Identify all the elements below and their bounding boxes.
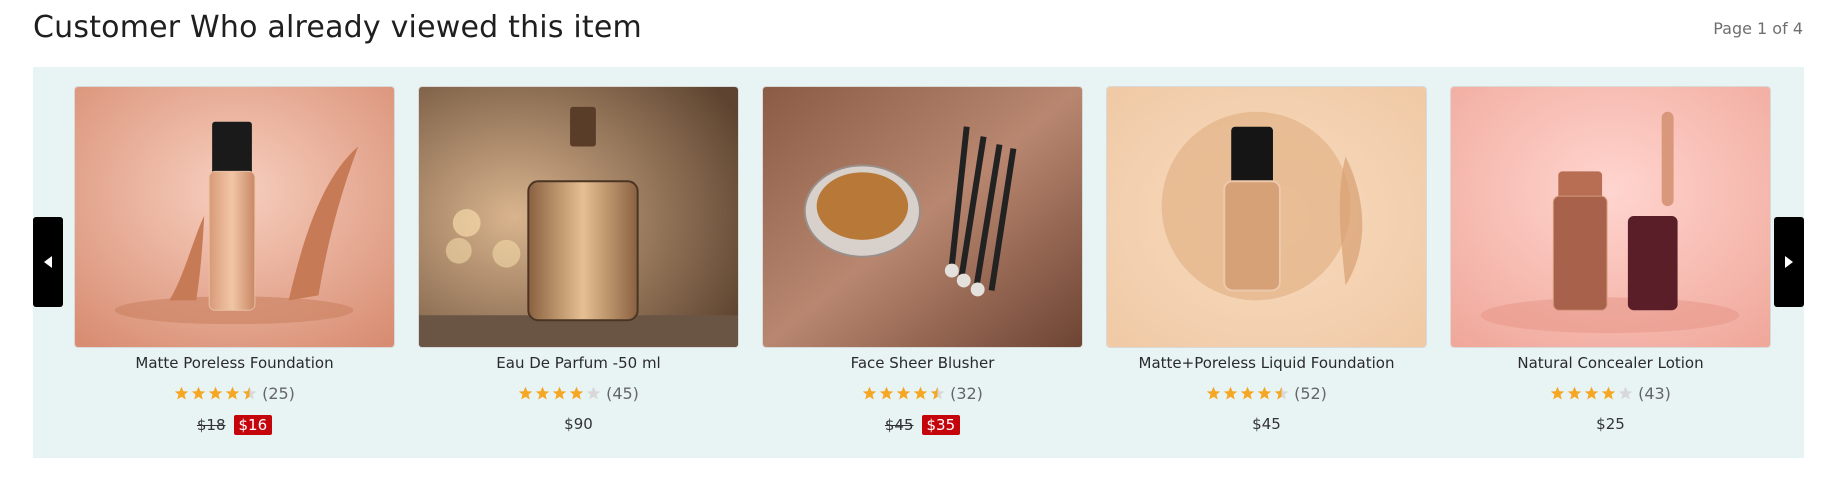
price: $25	[1596, 415, 1625, 433]
price-row: $45 $35	[762, 415, 1083, 435]
star-filled-icon	[896, 386, 911, 400]
product-rating: (32)	[762, 384, 1083, 403]
price: $45	[1252, 415, 1281, 433]
product-card[interactable]: Natural Concealer Lotion (43) $25	[1450, 86, 1771, 451]
star-filled-icon	[1601, 386, 1616, 400]
sale-price-badge: $16	[233, 415, 273, 435]
product-image[interactable]	[1106, 86, 1427, 348]
product-name[interactable]: Eau De Parfum -50 ml	[397, 354, 760, 372]
star-empty-icon	[1618, 386, 1633, 400]
star-filled-icon	[1223, 386, 1238, 400]
old-price: $45	[884, 416, 914, 434]
star-filled-icon	[225, 386, 240, 400]
price-row: $25	[1450, 415, 1771, 433]
star-filled-icon	[1257, 386, 1272, 400]
star-half-icon	[242, 386, 257, 400]
star-filled-icon	[518, 386, 533, 400]
chevron-right-icon	[1785, 256, 1793, 268]
product-image[interactable]	[74, 86, 395, 348]
star-rating	[174, 386, 257, 401]
price-row: $90	[418, 415, 739, 433]
star-rating	[518, 386, 601, 401]
star-filled-icon	[1240, 386, 1255, 400]
review-count: (52)	[1294, 384, 1327, 403]
star-half-icon	[1274, 386, 1289, 400]
star-rating	[1206, 386, 1289, 401]
section-header: Customer Who already viewed this item Pa…	[33, 0, 1803, 64]
carousel-next-button[interactable]	[1774, 217, 1804, 307]
star-filled-icon	[913, 386, 928, 400]
star-rating	[862, 386, 945, 401]
product-image[interactable]	[418, 86, 739, 348]
star-filled-icon	[535, 386, 550, 400]
carousel-prev-button[interactable]	[33, 217, 63, 307]
star-filled-icon	[191, 386, 206, 400]
review-count: (45)	[606, 384, 639, 403]
review-count: (43)	[1638, 384, 1671, 403]
star-filled-icon	[1567, 386, 1582, 400]
product-image[interactable]	[762, 86, 1083, 348]
product-name[interactable]: Natural Concealer Lotion	[1429, 354, 1792, 372]
product-card[interactable]: Matte+Poreless Liquid Foundation (52) $4…	[1106, 86, 1427, 451]
star-filled-icon	[1206, 386, 1221, 400]
product-rating: (43)	[1450, 384, 1771, 403]
product-image[interactable]	[1450, 86, 1771, 348]
product-card[interactable]: Eau De Parfum -50 ml (45) $90	[418, 86, 739, 451]
product-card[interactable]: Matte Poreless Foundation (25) $18 $16	[74, 86, 395, 451]
sale-price-badge: $35	[921, 415, 961, 435]
star-filled-icon	[879, 386, 894, 400]
star-filled-icon	[174, 386, 189, 400]
product-carousel: Matte Poreless Foundation (25) $18 $16 E…	[33, 67, 1804, 458]
star-empty-icon	[586, 386, 601, 400]
old-price: $18	[196, 416, 226, 434]
product-name[interactable]: Matte Poreless Foundation	[53, 354, 416, 372]
star-filled-icon	[552, 386, 567, 400]
star-half-icon	[930, 386, 945, 400]
chevron-left-icon	[44, 256, 52, 268]
star-rating	[1550, 386, 1633, 401]
product-rating: (45)	[418, 384, 739, 403]
star-filled-icon	[1550, 386, 1565, 400]
review-count: (32)	[950, 384, 983, 403]
price-row: $18 $16	[74, 415, 395, 435]
product-rating: (25)	[74, 384, 395, 403]
product-rating: (52)	[1106, 384, 1427, 403]
price-row: $45	[1106, 415, 1427, 433]
product-name[interactable]: Face Sheer Blusher	[741, 354, 1104, 372]
star-filled-icon	[208, 386, 223, 400]
page-indicator: Page 1 of 4	[1713, 19, 1803, 38]
star-filled-icon	[862, 386, 877, 400]
star-filled-icon	[1584, 386, 1599, 400]
star-filled-icon	[569, 386, 584, 400]
product-card[interactable]: Face Sheer Blusher (32) $45 $35	[762, 86, 1083, 451]
price: $90	[564, 415, 593, 433]
review-count: (25)	[262, 384, 295, 403]
product-name[interactable]: Matte+Poreless Liquid Foundation	[1085, 354, 1448, 372]
section-title: Customer Who already viewed this item	[33, 10, 642, 45]
